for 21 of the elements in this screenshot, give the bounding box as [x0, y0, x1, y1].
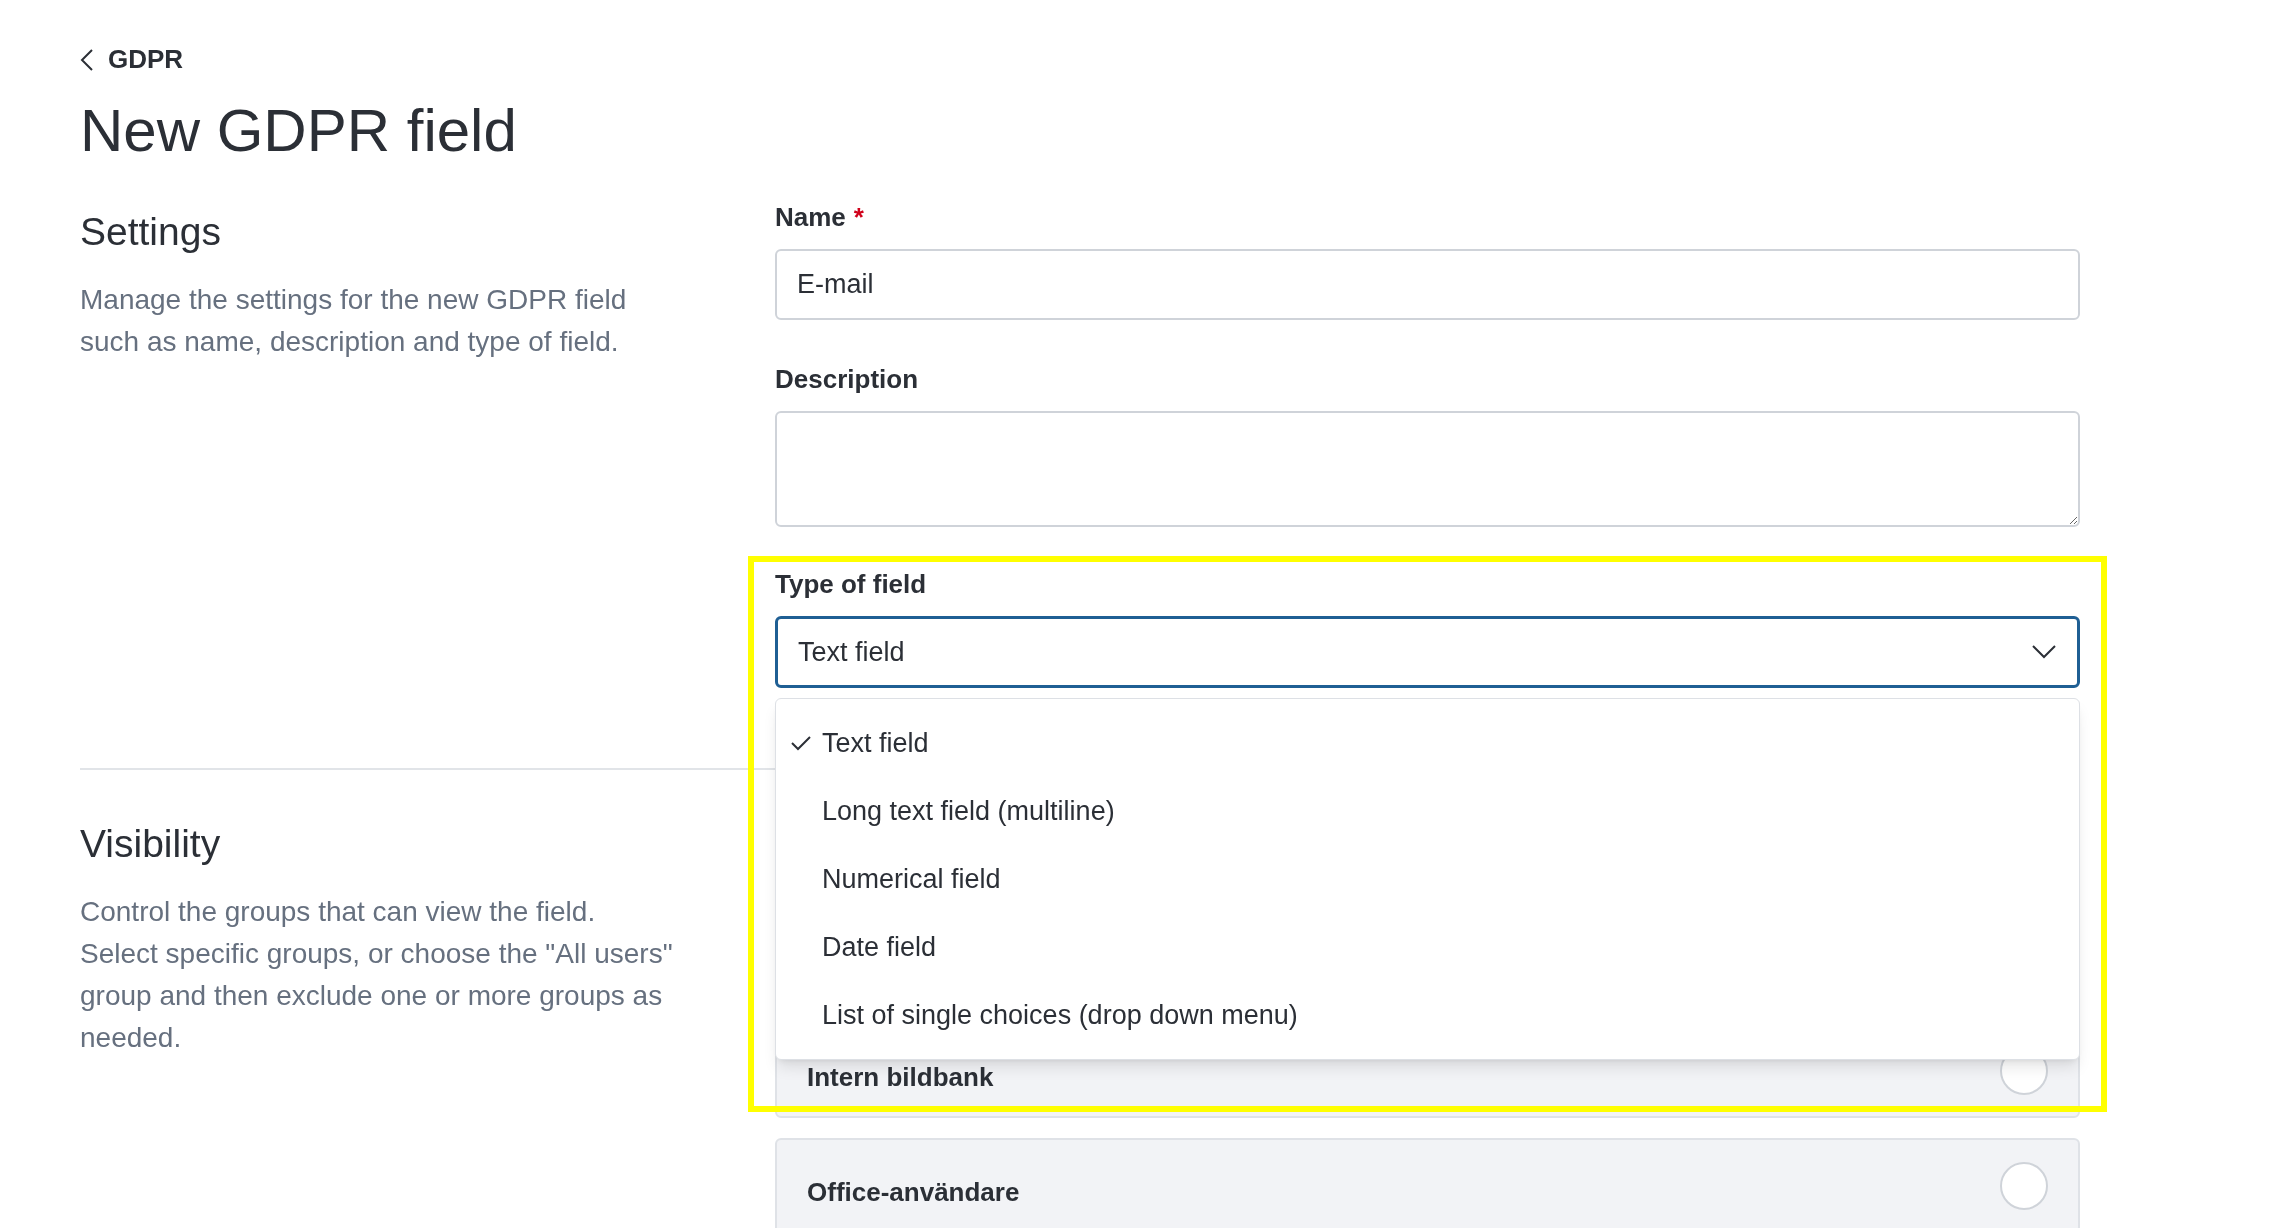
field-label: Type of field	[775, 568, 928, 601]
section-description: Manage the settings for the new GDPR field such as name, description and type of field.	[80, 282, 628, 359]
section-heading: Visibility	[80, 821, 222, 867]
dropdown-option[interactable]: Text field	[776, 709, 2079, 777]
field-label: Description	[775, 363, 920, 396]
name-field[interactable]: E-mail	[775, 249, 2080, 320]
chevron-left-icon	[80, 47, 94, 72]
dropdown-option[interactable]: Long text field (multiline)	[776, 777, 2079, 845]
type-select[interactable]: Text field	[775, 616, 2080, 688]
field-label: Name	[775, 201, 846, 234]
dropdown-option[interactable]: Date field	[776, 913, 2079, 981]
required-mark: *	[853, 201, 864, 234]
description-field[interactable]	[775, 411, 2080, 527]
section-description: Control the groups that can view the field. Select specific groups, or choose the "All users" group and then exclude one or more groups as needed.	[80, 894, 674, 1055]
chevron-down-icon	[2031, 644, 2057, 660]
group-checkbox[interactable]	[2000, 1161, 2048, 1210]
group-row[interactable]: Office-användare	[775, 1138, 2080, 1228]
page-title: New GDPR field	[80, 96, 517, 166]
back-link[interactable]: GDPR	[80, 40, 184, 79]
section-heading: Settings	[80, 209, 222, 255]
dropdown-option[interactable]: Numerical field	[776, 845, 2079, 913]
